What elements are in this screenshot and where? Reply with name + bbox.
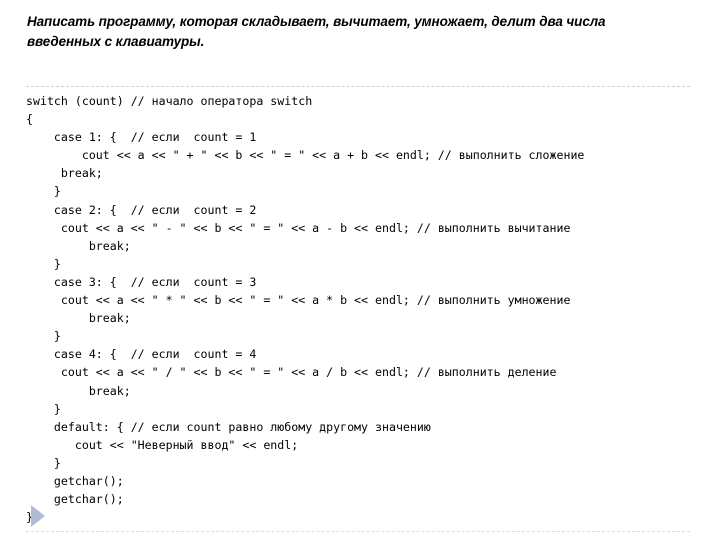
code-line: switch (count) // начало оператора switc…: [26, 94, 313, 108]
code-line: case 4: { // если count = 4: [26, 347, 257, 362]
code-line: case 3: { // если count = 3: [26, 274, 257, 289]
code-line: }: [26, 256, 61, 271]
code-line: getchar();: [26, 492, 124, 507]
code-line: case 2: { // если count = 2: [26, 202, 257, 217]
code-line: }: [26, 510, 33, 525]
slide-title: Написать программу, которая складывает, …: [27, 12, 687, 52]
code-content-block: switch (count) // начало оператора switc…: [26, 86, 690, 533]
code-line: break;: [26, 238, 131, 253]
code-line: break;: [26, 166, 103, 181]
code-line: }: [26, 401, 61, 416]
code-line: }: [26, 455, 61, 470]
code-line: {: [26, 112, 33, 127]
title-line-1: Написать программу, которая складывает, …: [27, 14, 606, 29]
code-line: cout << a << " - " << b << " = " << a - …: [26, 220, 571, 235]
play-triangle-icon[interactable]: [31, 505, 45, 527]
code-line: cout << a << " + " << b << " = " << a + …: [26, 148, 585, 163]
code-line: cout << a << " / " << b << " = " << a / …: [26, 365, 557, 380]
title-line-2: введенных с клавиатуры.: [27, 34, 205, 49]
code-line: }: [26, 184, 61, 199]
code-line: break;: [26, 383, 131, 398]
code-line: cout << a << " * " << b << " = " << a * …: [26, 293, 571, 308]
code-line: cout << "Неверный ввод" << endl;: [26, 437, 299, 452]
code-line: default: { // если count равно любому др…: [26, 419, 431, 434]
code-line: }: [26, 329, 61, 344]
slide-canvas: Написать программу, которая складывает, …: [0, 0, 720, 540]
code-line: break;: [26, 311, 131, 326]
code-line: case 1: { // если count = 1: [26, 130, 257, 145]
code-line: getchar();: [26, 473, 124, 488]
